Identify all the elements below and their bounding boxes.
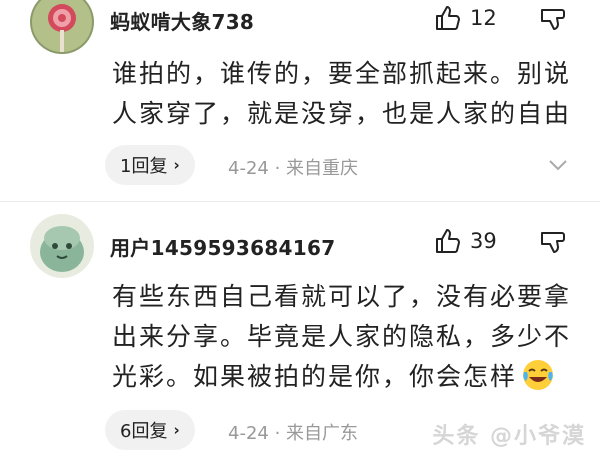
chevron-right-icon: › (173, 421, 180, 439)
comment-line: 人家穿了，就是没穿，也是人家的自由 (112, 99, 572, 128)
comment-line: 出来分享。毕竟是人家的隐私，多少不 (112, 322, 572, 351)
reply-count-button[interactable]: 6回复 › (105, 410, 195, 450)
comment-username[interactable]: 蚂蚁啃大象738 (110, 6, 254, 35)
comment-meta: 4-24 · 来自广东 (228, 423, 359, 444)
comment-line: 谁拍的，谁传的，要全部抓起来。别说 (112, 59, 572, 88)
comment-text: 谁拍的，谁传的，要全部抓起来。别说 人家穿了，就是没穿，也是人家的自由 (112, 54, 571, 134)
green-cartoon-avatar-icon (30, 214, 94, 278)
avatar[interactable] (30, 0, 94, 54)
comment-line-text: 光彩。如果被拍的是你，你会怎样 (112, 362, 518, 391)
reply-count-label: 1回复 (120, 156, 168, 177)
like-button[interactable]: 39 (434, 227, 497, 255)
comment-username[interactable]: 用户1459593684167 (110, 232, 335, 261)
watermark-text: 头条 @小爷漠 (432, 424, 586, 449)
watermark-logo: 头条 @小爷漠 (432, 418, 586, 450)
crying-laughing-emoji-icon (523, 360, 554, 390)
reply-count-label: 6回复 (120, 421, 168, 442)
comment-text: 有些东西自己看就可以了，没有必要拿 出来分享。毕竟是人家的隐私，多少不 光彩。如… (112, 277, 571, 397)
comment-line: 光彩。如果被拍的是你，你会怎样 (112, 357, 571, 397)
reply-count-button[interactable]: 1回复 › (105, 145, 195, 185)
avatar[interactable] (30, 214, 94, 278)
like-button[interactable]: 12 (434, 4, 497, 32)
chevron-down-icon[interactable] (548, 158, 568, 172)
divider (0, 201, 600, 202)
like-count: 12 (470, 6, 497, 30)
comment-meta: 4-24 · 来自重庆 (228, 158, 359, 179)
thumbs-down-icon[interactable] (538, 229, 568, 259)
thumbs-up-icon (436, 229, 460, 253)
thumbs-up-icon (436, 6, 460, 30)
thumbs-down-icon[interactable] (538, 6, 568, 36)
chevron-right-icon: › (173, 156, 180, 174)
like-count: 39 (470, 229, 497, 253)
comment-line: 有些东西自己看就可以了，没有必要拿 (112, 282, 572, 311)
lollipop-avatar-icon (30, 0, 94, 54)
